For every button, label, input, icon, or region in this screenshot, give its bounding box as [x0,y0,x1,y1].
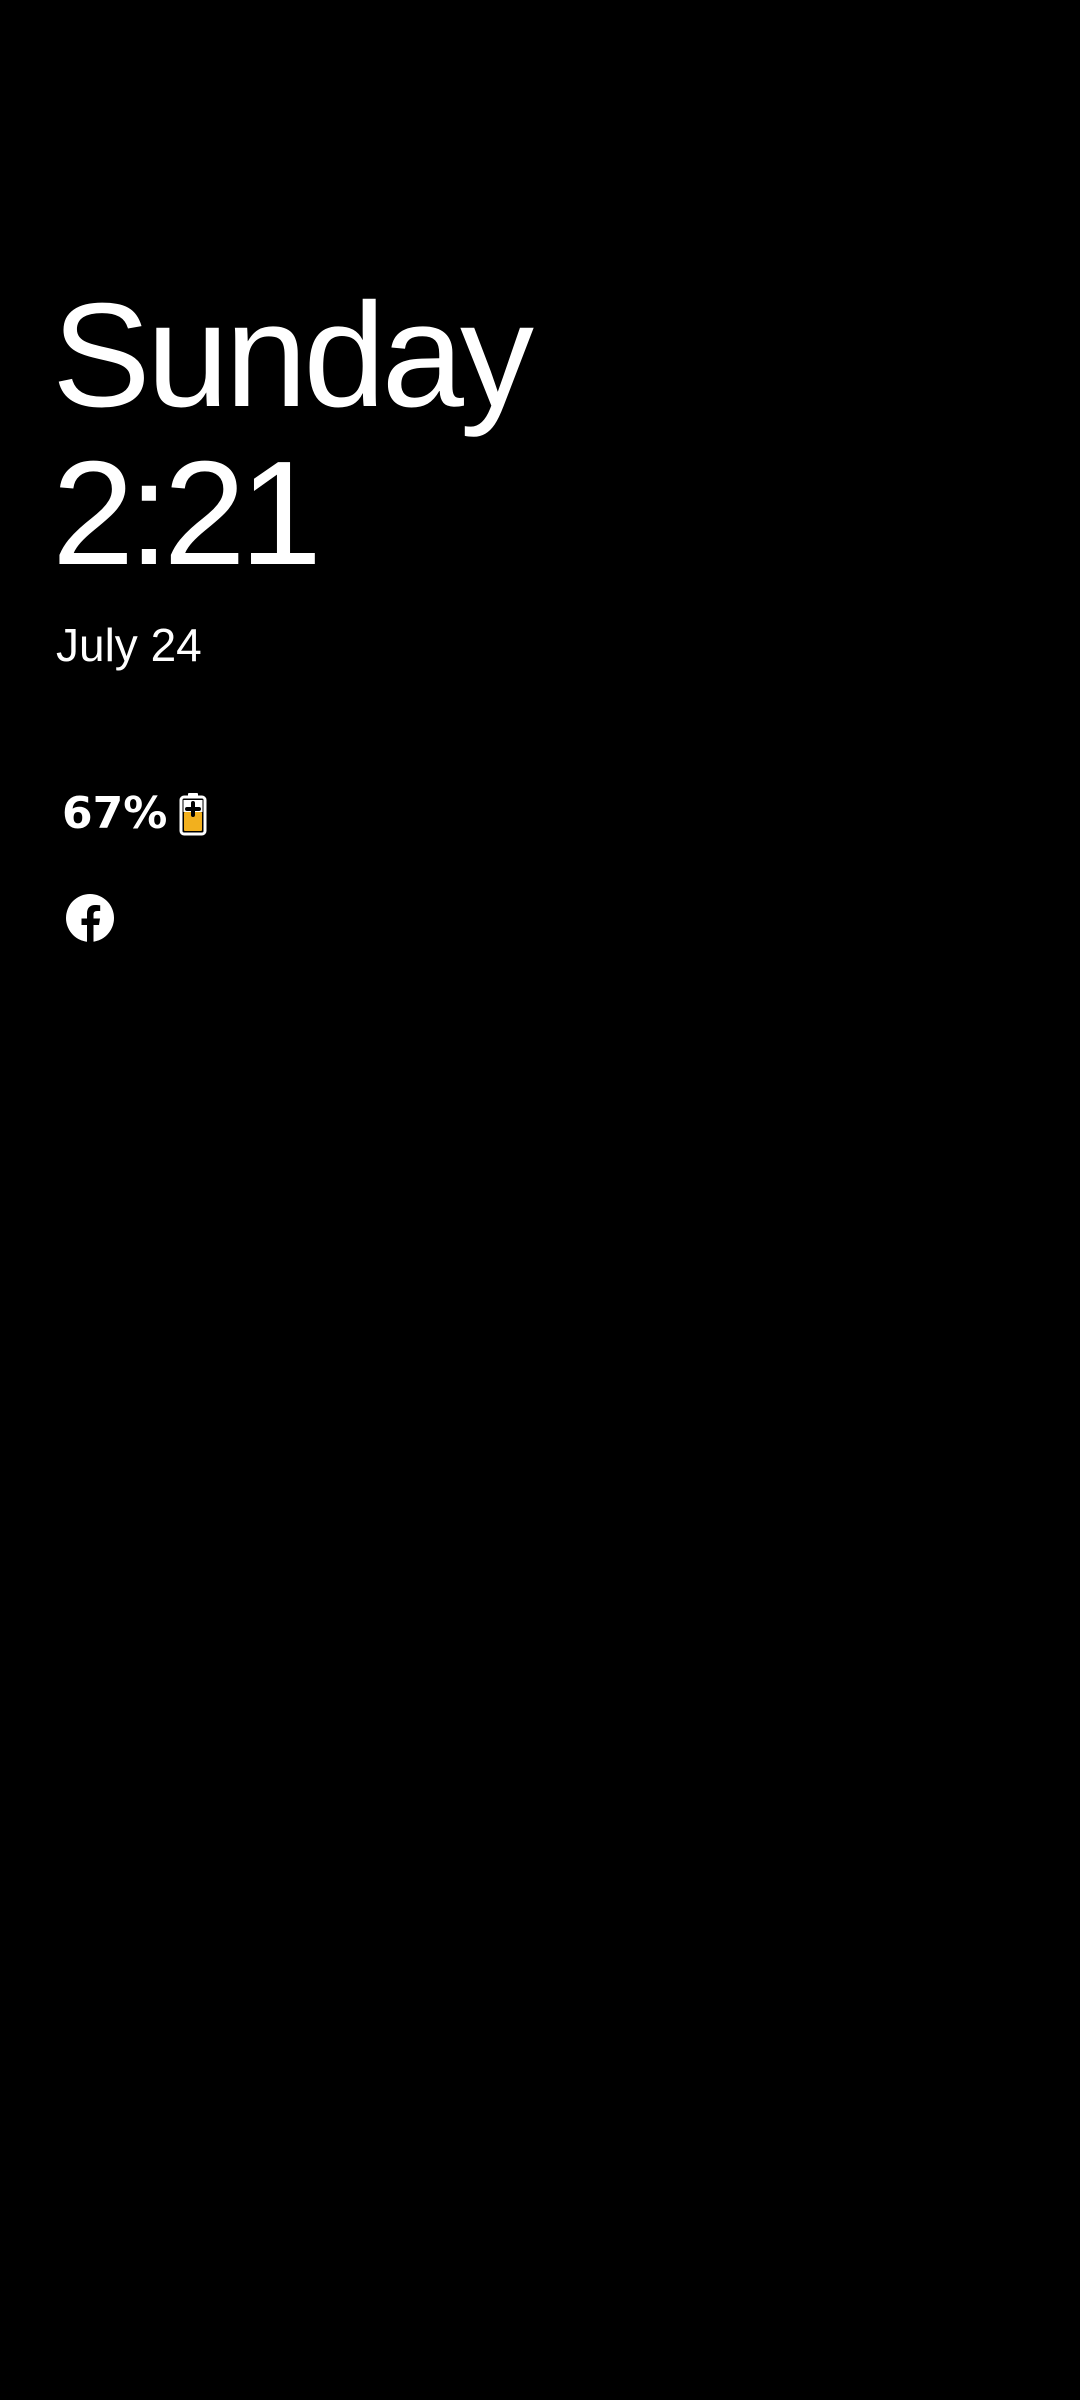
battery-percentage: 67% [62,788,168,839]
clock-time: 2:21 [52,431,322,596]
day-of-week: Sunday [52,273,534,438]
notification-icons [64,892,116,944]
always-on-display: Sunday 2:21 July 24 67% [0,0,1080,2400]
facebook-icon [66,894,114,944]
battery-charging-icon [179,793,207,836]
battery-status: 67% [62,786,207,842]
date-label: July 24 [56,619,202,671]
